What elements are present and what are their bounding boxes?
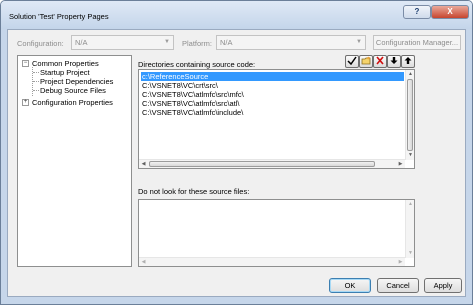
source-dirs-list[interactable]: c:\ReferenceSource C:\VSNET8\VC\crt\src\… xyxy=(138,69,415,169)
configuration-label: Configuration: xyxy=(17,39,64,48)
ok-button[interactable]: OK xyxy=(329,278,371,293)
horizontal-scroll-thumb[interactable] xyxy=(149,161,375,167)
tree-item-common-properties[interactable]: Common Properties xyxy=(32,59,99,68)
scroll-up-icon[interactable]: ▲ xyxy=(406,70,414,79)
scroll-left-icon[interactable]: ◀ xyxy=(139,160,148,168)
tree-connector xyxy=(33,81,39,82)
apply-button[interactable]: Apply xyxy=(424,278,462,293)
configuration-manager-button[interactable]: Configuration Manager... xyxy=(373,35,461,50)
new-folder-button[interactable] xyxy=(359,55,373,68)
list-item[interactable]: C:\VSNET8\VC\atlmfc\include\ xyxy=(141,108,243,117)
tree-item-startup-project[interactable]: Startup Project xyxy=(40,68,90,77)
platform-dropdown[interactable]: N/A ▼ xyxy=(216,35,366,50)
list-item[interactable]: c:\ReferenceSource xyxy=(141,72,404,81)
tree-connector xyxy=(33,72,39,73)
vertical-scrollbar[interactable]: ▲ ▼ xyxy=(405,200,414,258)
platform-label: Platform: xyxy=(182,39,213,48)
property-tree[interactable]: − Common Properties Startup Project Proj… xyxy=(17,55,132,267)
scroll-up-icon[interactable]: ▲ xyxy=(406,200,414,209)
move-up-icon xyxy=(404,57,412,64)
property-pages-window: Solution 'Test' Property Pages ? X Confi… xyxy=(0,0,473,305)
checkmark-button[interactable] xyxy=(345,55,359,68)
delete-icon xyxy=(376,56,384,65)
list-item[interactable]: C:\VSNET8\VC\atlmfc\src\mfc\ xyxy=(141,90,244,99)
scroll-down-icon[interactable]: ▼ xyxy=(406,249,414,258)
tree-connector xyxy=(33,90,39,91)
horizontal-scrollbar[interactable]: ◀ ▶ xyxy=(139,159,405,168)
scroll-right-icon[interactable]: ▶ xyxy=(396,160,405,168)
expand-icon[interactable]: + xyxy=(22,99,29,106)
vertical-scrollbar[interactable]: ▲ ▼ xyxy=(405,70,414,160)
tree-item-configuration-properties[interactable]: Configuration Properties xyxy=(32,98,113,107)
new-folder-icon xyxy=(361,56,371,65)
scroll-right-icon[interactable]: ▶ xyxy=(396,258,405,266)
move-down-button[interactable] xyxy=(387,55,401,68)
title-bar[interactable]: Solution 'Test' Property Pages ? X xyxy=(1,1,472,29)
exclude-files-list[interactable]: ▲ ▼ ◀ ▶ xyxy=(138,199,415,267)
scroll-left-icon[interactable]: ◀ xyxy=(139,258,148,266)
cancel-button[interactable]: Cancel xyxy=(377,278,419,293)
delete-button[interactable] xyxy=(373,55,387,68)
tree-item-debug-source-files[interactable]: Debug Source Files xyxy=(40,86,106,95)
dialog-client-area: Configuration: N/A ▼ Platform: N/A ▼ Con… xyxy=(7,29,466,297)
list-item[interactable]: C:\VSNET8\VC\crt\src\ xyxy=(141,81,218,90)
collapse-icon[interactable]: − xyxy=(22,60,29,67)
help-icon: ? xyxy=(414,7,420,16)
scroll-down-icon[interactable]: ▼ xyxy=(406,151,414,160)
platform-value: N/A xyxy=(220,38,233,47)
configuration-dropdown[interactable]: N/A ▼ xyxy=(71,35,174,50)
close-icon: X xyxy=(447,7,453,16)
tree-item-project-dependencies[interactable]: Project Dependencies xyxy=(40,77,113,86)
close-button[interactable]: X xyxy=(431,5,469,19)
horizontal-scrollbar[interactable]: ◀ ▶ xyxy=(139,257,405,266)
vertical-scroll-thumb[interactable] xyxy=(407,79,413,151)
move-up-button[interactable] xyxy=(401,55,415,68)
source-dirs-label: Directories containing source code: xyxy=(138,60,256,69)
help-button[interactable]: ? xyxy=(403,5,431,19)
chevron-down-icon: ▼ xyxy=(356,39,362,45)
list-item[interactable]: C:\VSNET8\VC\atlmfc\src\atl\ xyxy=(141,99,240,108)
exclude-files-label: Do not look for these source files: xyxy=(138,187,250,196)
window-title: Solution 'Test' Property Pages xyxy=(9,12,109,21)
move-down-icon xyxy=(390,57,398,64)
chevron-down-icon: ▼ xyxy=(164,39,170,45)
configuration-value: N/A xyxy=(75,38,88,47)
checkmark-icon xyxy=(347,56,357,66)
